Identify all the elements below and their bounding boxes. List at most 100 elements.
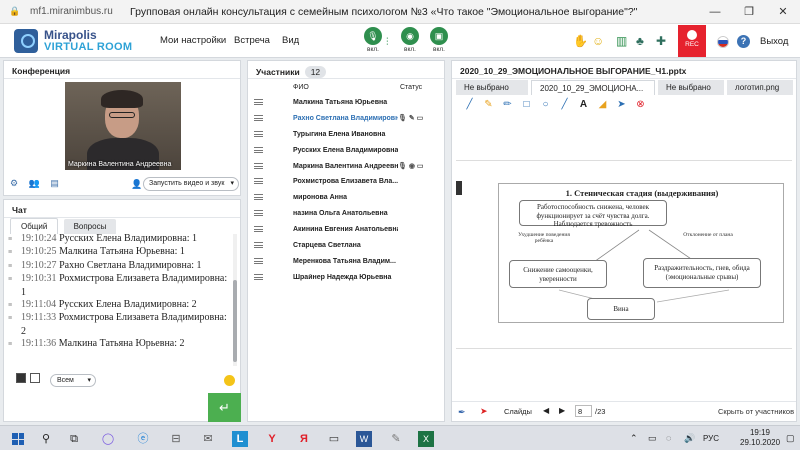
next-slide-icon[interactable]: ▶: [559, 406, 565, 415]
mail-icon[interactable]: ✉: [200, 431, 216, 447]
drag-handle-icon[interactable]: [254, 162, 263, 169]
participant-row[interactable]: Малкина Татьяна Юрьевна: [248, 95, 444, 111]
participant-row[interactable]: Русских Елена Владимировна: [248, 143, 444, 159]
page-number-input[interactable]: 8: [575, 405, 592, 417]
help-button[interactable]: ?: [737, 35, 750, 48]
background-color-icon[interactable]: [30, 373, 40, 383]
participant-row[interactable]: миронова Анна: [248, 190, 444, 206]
clear-icon[interactable]: ⊗: [631, 99, 650, 110]
browser-url[interactable]: mf1.miranimbus.ru: [30, 6, 130, 17]
menu-my-settings[interactable]: Мои настройки: [160, 35, 226, 46]
yandex-browser-icon[interactable]: Y: [264, 431, 280, 447]
people-icon[interactable]: ⌃: [630, 433, 638, 444]
drag-handle-icon[interactable]: [254, 114, 263, 121]
close-button[interactable]: ✕: [766, 5, 800, 18]
chart-icon[interactable]: ▥: [616, 34, 627, 48]
menu-meeting[interactable]: Встреча: [234, 35, 270, 46]
annotation-pen-icon[interactable]: ✒: [458, 407, 466, 418]
marker-icon[interactable]: ✎: [479, 99, 498, 110]
tab-logo-image[interactable]: логотип.png: [727, 80, 793, 95]
text-color-icon[interactable]: [16, 373, 26, 383]
drag-handle-icon[interactable]: [254, 146, 263, 153]
participant-row[interactable]: Меренкова Татьяна Владим...: [248, 254, 444, 270]
video-settings-icon[interactable]: ⚙: [10, 178, 18, 188]
pencil-icon[interactable]: ✏: [498, 99, 517, 110]
language-flag-icon[interactable]: [717, 36, 729, 48]
alice-icon[interactable]: ◯: [100, 431, 116, 447]
exit-button[interactable]: Выход: [760, 36, 788, 47]
hide-from-participants-button[interactable]: Скрыть от участников: [718, 407, 794, 416]
drag-handle-icon[interactable]: [254, 226, 263, 233]
notifications-icon[interactable]: ▢: [786, 433, 795, 444]
participant-row[interactable]: назина Ольга Анатольевна: [248, 206, 444, 222]
text-tool-icon[interactable]: A: [574, 99, 593, 110]
slides-button[interactable]: Слайды: [504, 407, 532, 416]
ellipse-icon[interactable]: ○: [536, 99, 555, 110]
folder-icon[interactable]: ▭: [326, 431, 342, 447]
tab-not-selected-1[interactable]: Не выбрано: [456, 80, 528, 95]
tab-general[interactable]: Общий: [10, 218, 59, 234]
tab-not-selected-2[interactable]: Не выбрано: [658, 80, 724, 95]
drag-handle-icon[interactable]: [254, 194, 263, 201]
raise-hand-icon[interactable]: ✋: [573, 34, 588, 48]
webcam-video[interactable]: Маркина Валентина Андреевна: [65, 82, 181, 170]
poll-icon[interactable]: ✚: [656, 34, 666, 48]
microphone-toggle[interactable]: 🎙 вкл.: [362, 27, 384, 53]
excel-icon[interactable]: X: [418, 431, 434, 447]
screen-icon[interactable]: ▤: [50, 178, 59, 188]
maximize-button[interactable]: ❐: [732, 5, 766, 18]
volume-icon[interactable]: 🔊: [684, 433, 695, 444]
emoji-icon[interactable]: ☺: [592, 34, 604, 48]
store-icon[interactable]: ⊟: [168, 431, 184, 447]
edge-icon[interactable]: ⓔ: [135, 431, 151, 447]
start-button[interactable]: [10, 431, 26, 447]
search-icon[interactable]: ⚲: [38, 431, 54, 447]
line-icon[interactable]: ╱: [555, 99, 574, 110]
participant-row[interactable]: Рахно Светлана Владимировна 🎙 ✎ ▭: [248, 111, 444, 127]
drag-handle-icon[interactable]: [254, 130, 263, 137]
task-view-icon[interactable]: ⧉: [66, 431, 82, 447]
language-indicator[interactable]: РУС: [703, 434, 719, 443]
send-button[interactable]: ↵: [208, 393, 241, 422]
word-icon[interactable]: W: [356, 431, 372, 447]
tab-presentation-file[interactable]: 2020_10_29_ЭМОЦИОНА...: [531, 80, 655, 95]
eraser-icon[interactable]: ◢: [593, 99, 612, 110]
pen-icon[interactable]: ╱: [460, 99, 479, 110]
rectangle-icon[interactable]: □: [517, 99, 536, 110]
minimize-button[interactable]: —: [698, 6, 732, 18]
pointer-icon[interactable]: ➤: [480, 406, 488, 417]
recipient-dropdown[interactable]: Всем ▾: [50, 374, 96, 387]
battery-icon[interactable]: ▭: [648, 433, 657, 444]
participant-row[interactable]: Рохмистрова Елизавета Вла...: [248, 174, 444, 190]
participant-row[interactable]: Акинина Евгения Анатольевна: [248, 222, 444, 238]
record-button[interactable]: REC: [678, 25, 706, 57]
prev-slide-icon[interactable]: ◀: [543, 406, 549, 415]
network-icon[interactable]: ◌: [666, 433, 671, 443]
start-video-dropdown[interactable]: Запустить видео и звук ▾: [143, 177, 239, 191]
participant-row[interactable]: Шрайнер Надежда Юрьевна: [248, 270, 444, 286]
clock[interactable]: 19:19 29.10.2020: [740, 428, 780, 448]
drag-handle-icon[interactable]: [254, 257, 263, 264]
participants-layout-icon[interactable]: ♣: [636, 34, 644, 48]
participant-row[interactable]: Маркина Валентина Андреевна 🎙 ◉ ▭: [248, 159, 444, 175]
participant-row[interactable]: Старцева Светлана: [248, 238, 444, 254]
tab-questions[interactable]: Вопросы: [63, 219, 117, 234]
yandex-icon[interactable]: Я: [296, 431, 312, 447]
drag-handle-icon[interactable]: [254, 210, 263, 217]
participant-row[interactable]: Турыгина Елена Ивановна: [248, 127, 444, 143]
drag-handle-icon[interactable]: [254, 273, 263, 280]
drag-handle-icon[interactable]: [254, 99, 263, 105]
volume-slider-icon[interactable]: ⫶: [386, 36, 389, 50]
notepad-icon[interactable]: ✎: [388, 431, 404, 447]
chat-scrollbar-thumb[interactable]: [233, 280, 237, 362]
app-l-icon[interactable]: L: [232, 431, 248, 447]
pointer-icon[interactable]: ➤: [612, 99, 631, 110]
webcam-toggle[interactable]: ◉ вкл.: [399, 27, 421, 53]
drag-handle-icon[interactable]: [254, 242, 263, 249]
menu-view[interactable]: Вид: [282, 35, 299, 46]
users-icon[interactable]: 👥: [29, 178, 40, 188]
screen-share-toggle[interactable]: ▣ вкл.: [428, 27, 450, 53]
chat-scrollbar[interactable]: [233, 234, 237, 366]
drag-handle-icon[interactable]: [254, 178, 263, 185]
emoji-picker-icon[interactable]: [224, 375, 235, 386]
